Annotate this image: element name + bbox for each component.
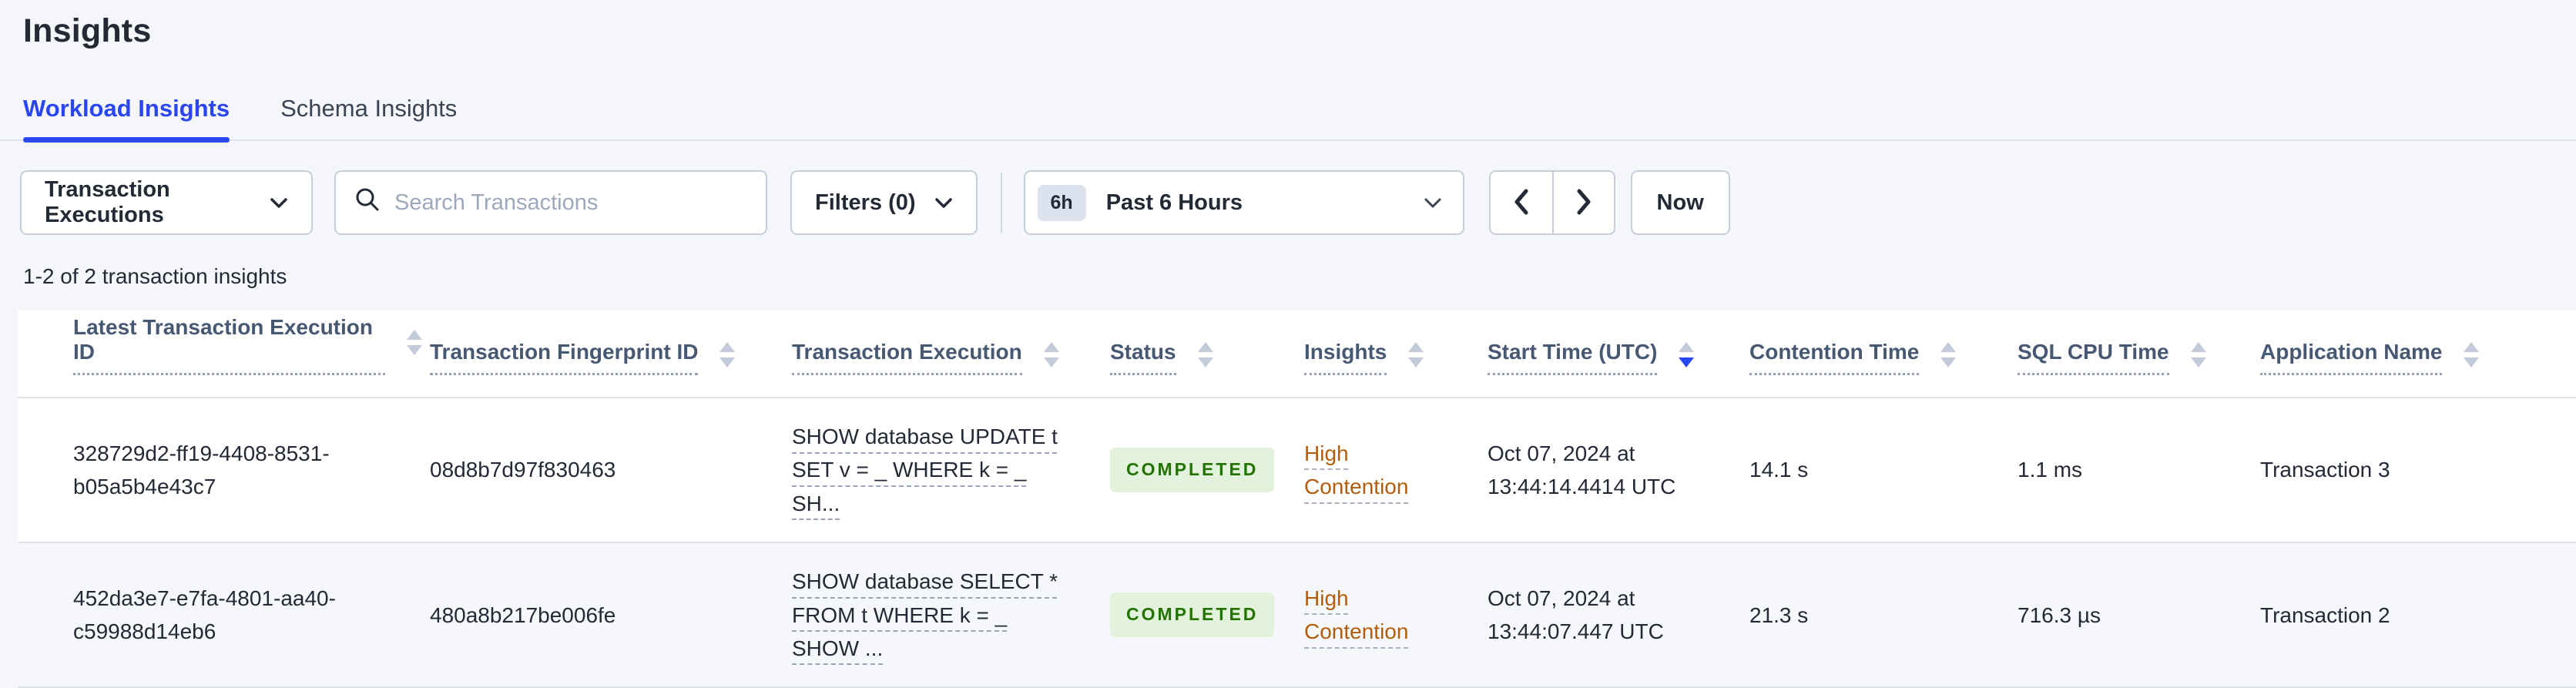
fingerprint-id: 480a8b217be006fe: [430, 542, 792, 688]
insights-table-card: Latest Transaction Execution ID Transact…: [18, 310, 2576, 688]
fingerprint-id: 08d8b7d97f830463: [430, 396, 792, 543]
column-label: Start Time (UTC): [1488, 340, 1658, 375]
filters-label: Filters (0): [815, 190, 916, 215]
execution-type-label: Transaction Executions: [45, 177, 170, 227]
latest-execution-id: 452da3e7-e7fa-4801-aa40-c59988d14eb6: [18, 542, 430, 688]
column-label: Status: [1110, 340, 1176, 375]
insight-link[interactable]: High Contention: [1304, 586, 1408, 643]
execution-type-dropdown[interactable]: Transaction Executions: [20, 170, 313, 235]
time-range-badge: 6h: [1037, 184, 1086, 221]
column-header-start-time[interactable]: Start Time (UTC): [1488, 310, 1749, 398]
transaction-execution-link[interactable]: SHOW database SELECT * FROM t WHERE k = …: [792, 569, 1058, 660]
column-header-latest-execution-id[interactable]: Latest Transaction Execution ID: [18, 310, 430, 398]
sort-icon[interactable]: [1043, 341, 1059, 374]
sort-icon-active-desc[interactable]: [1679, 341, 1695, 374]
tab-workload-insights[interactable]: Workload Insights: [23, 95, 230, 143]
results-count: 1-2 of 2 transaction insights: [23, 264, 287, 288]
transaction-insights-table: Latest Transaction Execution ID Transact…: [18, 310, 2576, 688]
insight-link[interactable]: High Contention: [1304, 441, 1408, 498]
sort-icon[interactable]: [2190, 341, 2206, 374]
next-time-button[interactable]: [1551, 172, 1614, 233]
column-header-status[interactable]: Status: [1110, 310, 1304, 398]
sort-icon[interactable]: [2464, 341, 2480, 374]
column-label: Insights: [1304, 340, 1387, 375]
application-name: Transaction 2: [2260, 542, 2576, 688]
table-row: 328729d2-ff19-4408-8531-b05a5b4e43c7 08d…: [18, 396, 2576, 543]
column-header-application-name[interactable]: Application Name: [2260, 310, 2576, 398]
column-header-fingerprint-id[interactable]: Transaction Fingerprint ID: [430, 310, 792, 398]
start-time: Oct 07, 2024 at 13:44:07.447 UTC: [1488, 542, 1749, 688]
transaction-execution-link[interactable]: SHOW database UPDATE t SET v = _ WHERE k…: [792, 425, 1058, 515]
column-header-transaction-execution[interactable]: Transaction Execution: [792, 310, 1110, 398]
column-label: Contention Time: [1749, 340, 1920, 375]
column-header-contention-time[interactable]: Contention Time: [1749, 310, 2018, 398]
status-badge: COMPLETED: [1110, 448, 1275, 492]
column-label: Transaction Execution: [792, 340, 1022, 375]
toolbar-divider: [1000, 173, 1002, 233]
now-button[interactable]: Now: [1630, 170, 1730, 235]
sort-icon[interactable]: [1197, 341, 1213, 374]
status-badge: COMPLETED: [1110, 592, 1275, 638]
column-label: SQL CPU Time: [2018, 340, 2169, 375]
chevron-down-icon: [1423, 190, 1443, 216]
column-header-insights[interactable]: Insights: [1304, 310, 1488, 398]
chevron-left-icon: [1513, 188, 1530, 218]
table-row: 452da3e7-e7fa-4801-aa40-c59988d14eb6 480…: [18, 542, 2576, 688]
sort-icon[interactable]: [407, 329, 422, 361]
start-time: Oct 07, 2024 at 13:44:14.4414 UTC: [1488, 396, 1749, 543]
sql-cpu-time: 1.1 ms: [2018, 396, 2260, 543]
contention-time: 21.3 s: [1749, 542, 2018, 688]
column-label: Application Name: [2260, 340, 2443, 375]
search-box[interactable]: [334, 170, 767, 235]
toolbar: Transaction Executions Filters (0) 6h Pa…: [20, 170, 2576, 235]
sort-icon[interactable]: [719, 341, 736, 374]
search-icon: [354, 186, 381, 219]
sort-icon[interactable]: [1940, 341, 1957, 374]
filters-button[interactable]: Filters (0): [790, 170, 978, 235]
column-header-sql-cpu-time[interactable]: SQL CPU Time: [2018, 310, 2260, 398]
tab-bar: Workload Insights Schema Insights: [0, 95, 2576, 143]
sql-cpu-time: 716.3 µs: [2018, 542, 2260, 688]
latest-execution-id: 328729d2-ff19-4408-8531-b05a5b4e43c7: [18, 396, 430, 543]
time-range-picker[interactable]: 6h Past 6 Hours: [1023, 170, 1464, 235]
previous-time-button[interactable]: [1490, 172, 1552, 233]
chevron-right-icon: [1575, 188, 1592, 218]
sort-icon[interactable]: [1408, 341, 1424, 374]
contention-time: 14.1 s: [1749, 396, 2018, 543]
time-nav-buttons: [1488, 170, 1615, 235]
search-input[interactable]: [394, 190, 747, 216]
page-title: Insights: [23, 12, 152, 49]
column-label: Latest Transaction Execution ID: [73, 315, 385, 375]
chevron-down-icon: [270, 190, 288, 216]
time-range-label: Past 6 Hours: [1105, 190, 1243, 215]
table-header-row: Latest Transaction Execution ID Transact…: [18, 310, 2576, 398]
application-name: Transaction 3: [2260, 396, 2576, 543]
chevron-down-icon: [934, 190, 953, 216]
tab-schema-insights[interactable]: Schema Insights: [280, 95, 457, 139]
column-label: Transaction Fingerprint ID: [430, 340, 699, 375]
